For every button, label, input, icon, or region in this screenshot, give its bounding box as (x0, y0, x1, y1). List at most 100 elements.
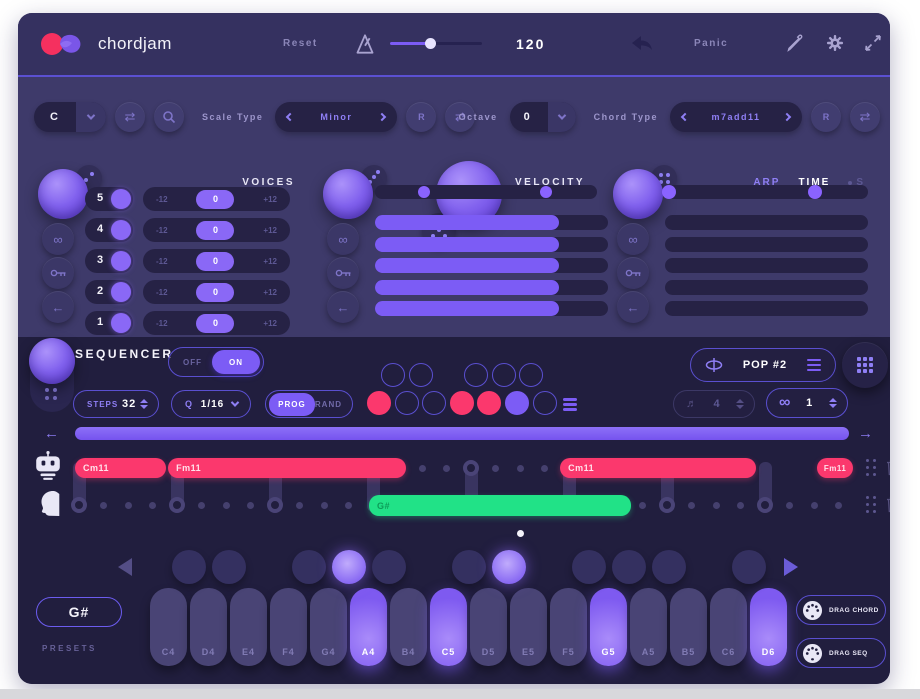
white-key-C6[interactable]: C6 (710, 588, 747, 666)
midi-plug-icon (802, 643, 823, 664)
undo-icon[interactable] (630, 35, 654, 58)
white-key-C5[interactable]: C5 (430, 588, 467, 666)
key-label: E5 (510, 647, 547, 657)
velocity-bar-fill (375, 258, 559, 273)
voice-indicator[interactable] (111, 189, 131, 209)
arp-time-bar[interactable] (665, 215, 868, 230)
white-key-E4[interactable]: E4 (230, 588, 267, 666)
offset-min-label: -12 (156, 226, 168, 235)
white-key-F4[interactable]: F4 (270, 588, 307, 666)
black-key-C#6[interactable] (732, 550, 766, 584)
scale-random-button[interactable]: R (406, 102, 436, 132)
voice-count-button[interactable]: 5 (85, 187, 133, 211)
velocity-bar[interactable] (375, 237, 608, 252)
black-key-F#5[interactable] (572, 550, 606, 584)
reset-button[interactable]: Reset (283, 38, 318, 49)
white-key-D4[interactable]: D4 (190, 588, 227, 666)
chevron-down-icon[interactable] (76, 102, 106, 132)
white-key-E5[interactable]: E5 (510, 588, 547, 666)
arp-time-bar[interactable] (665, 301, 868, 316)
chevron-left-icon[interactable] (681, 113, 689, 121)
tempo-slider-thumb[interactable] (425, 38, 436, 49)
white-key-G4[interactable]: G4 (310, 588, 347, 666)
key-label: A4 (350, 647, 387, 657)
chevron-right-icon[interactable] (783, 113, 791, 121)
chevron-left-icon[interactable] (286, 113, 294, 121)
voices-rows: 5-120+124-120+123-120+122-120+121-120+12 (30, 163, 315, 337)
scale-type-label: Scale Type (202, 112, 263, 122)
offset-min-label: -12 (156, 195, 168, 204)
voice-offset-control[interactable]: -120+12 (143, 249, 290, 273)
offset-max-label: +12 (263, 195, 277, 204)
black-key-G#5[interactable] (612, 550, 646, 584)
white-key-B4[interactable]: B4 (390, 588, 427, 666)
octave-label: Octave (459, 112, 498, 122)
search-icon (162, 110, 176, 124)
voice-indicator[interactable] (111, 282, 131, 302)
sequencer-section: SEQUENCER OFF ON STEPS 32 Q 1/16 PROG RA… (18, 337, 890, 684)
chevron-down-icon[interactable] (548, 102, 576, 132)
white-key-A4[interactable]: A4 (350, 588, 387, 666)
white-key-F5[interactable]: F5 (550, 588, 587, 666)
black-key-F#4[interactable] (292, 550, 326, 584)
chevron-right-icon[interactable] (378, 113, 386, 121)
resize-icon[interactable] (863, 33, 883, 58)
root-note-select[interactable]: C (34, 102, 106, 132)
black-key-A#4[interactable] (372, 550, 406, 584)
voice-count-button[interactable]: 3 (85, 249, 133, 273)
black-key-D#5[interactable] (492, 550, 526, 584)
drag-chord-button[interactable]: DRAG CHORD (796, 595, 886, 625)
octave-select[interactable]: 0 (510, 102, 576, 132)
root-note-value: C (34, 111, 76, 123)
velocity-bar[interactable] (375, 215, 608, 230)
bpm-value[interactable]: 120 (516, 36, 545, 52)
white-key-G5[interactable]: G5 (590, 588, 627, 666)
velocity-bar-fill (375, 280, 559, 295)
velocity-bar[interactable] (375, 258, 608, 273)
chord-swap-button[interactable]: ⇄ (850, 102, 880, 132)
black-key-C#4[interactable] (172, 550, 206, 584)
white-key-B5[interactable]: B5 (670, 588, 707, 666)
black-key-G#4[interactable] (332, 550, 366, 584)
root-swap-button[interactable]: ⇄ (115, 102, 145, 132)
offset-value: 0 (196, 283, 234, 302)
voice-count-button[interactable]: 4 (85, 218, 133, 242)
voice-offset-control[interactable]: -120+12 (143, 280, 290, 304)
edit-pencil-icon[interactable] (786, 33, 806, 58)
black-key-A#5[interactable] (652, 550, 686, 584)
voices-panel: VOICES ∞ ← 5-120+124-120+123-120+122-120… (30, 163, 315, 337)
velocity-bar-fill (375, 301, 559, 316)
arp-panel: ARP TIME S ∞ ← (605, 163, 878, 337)
arp-time-bar[interactable] (665, 280, 868, 295)
black-key-C#5[interactable] (452, 550, 486, 584)
velocity-panel: VELOCITY ∞ ← (315, 163, 615, 337)
velocity-bar[interactable] (375, 301, 608, 316)
settings-gear-icon[interactable] (825, 33, 845, 58)
voice-count-button[interactable]: 1 (85, 311, 133, 335)
voice-offset-control[interactable]: -120+12 (143, 311, 290, 335)
velocity-bar[interactable] (375, 280, 608, 295)
scale-type-value: Minor (320, 112, 352, 122)
white-key-C4[interactable]: C4 (150, 588, 187, 666)
tempo-slider[interactable] (390, 42, 482, 45)
black-key-D#4[interactable] (212, 550, 246, 584)
root-search-button[interactable] (154, 102, 184, 132)
drag-seq-button[interactable]: DRAG SEQ (796, 638, 886, 668)
arp-time-bar[interactable] (665, 258, 868, 273)
white-key-A5[interactable]: A5 (630, 588, 667, 666)
chord-type-select[interactable]: m7add11 (670, 102, 802, 132)
key-label: D5 (470, 647, 507, 657)
voice-offset-control[interactable]: -120+12 (143, 218, 290, 242)
arp-time-bar[interactable] (665, 237, 868, 252)
voice-indicator[interactable] (111, 313, 131, 333)
voice-indicator[interactable] (111, 220, 131, 240)
voice-offset-control[interactable]: -120+12 (143, 187, 290, 211)
scale-type-select[interactable]: Minor (275, 102, 397, 132)
panic-button[interactable]: Panic (694, 38, 728, 49)
tempo-slider-fill (390, 42, 430, 45)
chord-random-button[interactable]: R (811, 102, 841, 132)
white-key-D6[interactable]: D6 (750, 588, 787, 666)
white-key-D5[interactable]: D5 (470, 588, 507, 666)
voice-count-button[interactable]: 2 (85, 280, 133, 304)
voice-indicator[interactable] (111, 251, 131, 271)
